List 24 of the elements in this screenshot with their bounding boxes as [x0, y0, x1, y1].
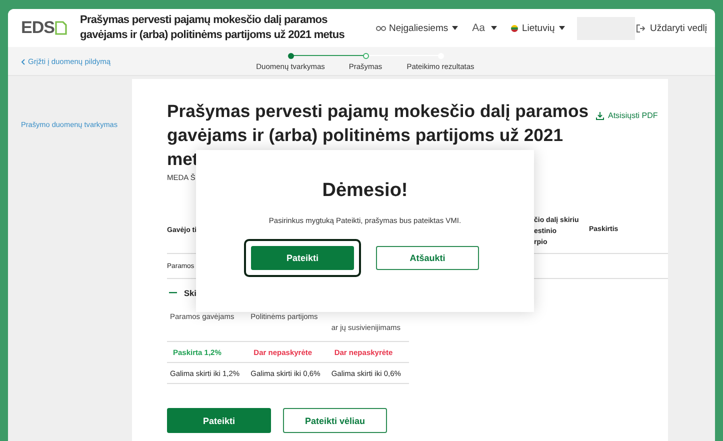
submit-button[interactable]: Pateikti	[251, 246, 354, 270]
logo: EDS	[21, 18, 54, 38]
close-wizard-button[interactable]: Uždaryti vedlį	[636, 22, 707, 34]
section-title: Ski	[184, 288, 196, 298]
caret-icon	[558, 26, 565, 30]
caret-icon	[452, 26, 458, 30]
accessibility-dropdown[interactable]: Neįgaliesiems	[389, 22, 458, 34]
modal-title: Dėmesio!	[322, 180, 408, 202]
language-dropdown[interactable]: Lietuvių	[510, 22, 565, 34]
page-title: Prašymas pervesti pajamų mokesčio dalį paramos gavėjams ir (arba) politinėms partijoms už 2021 met	[167, 100, 590, 171]
download-pdf-link[interactable]: Atsisiųsti PDF	[596, 111, 658, 120]
cancel-button[interactable]: Atšaukti	[376, 246, 479, 270]
exit-icon	[636, 24, 645, 32]
document-icon	[55, 21, 68, 35]
chevron-left-icon	[21, 58, 25, 64]
font-size-dropdown[interactable]: Aa	[472, 22, 497, 34]
flag-icon	[510, 24, 518, 32]
wizard-title: Prašymas pervesti pajamų mokesčio dalį paramos gavėjams ir (arba) politinėms partijoms už 2021 metus	[80, 13, 346, 43]
submit-later-button[interactable]: Pateikti vėliau	[283, 408, 387, 433]
download-icon	[596, 112, 604, 120]
glasses-icon	[376, 25, 386, 31]
caret-icon	[490, 26, 497, 30]
blank-placeholder	[576, 16, 635, 40]
submit-button[interactable]: Pateikti	[167, 408, 271, 433]
